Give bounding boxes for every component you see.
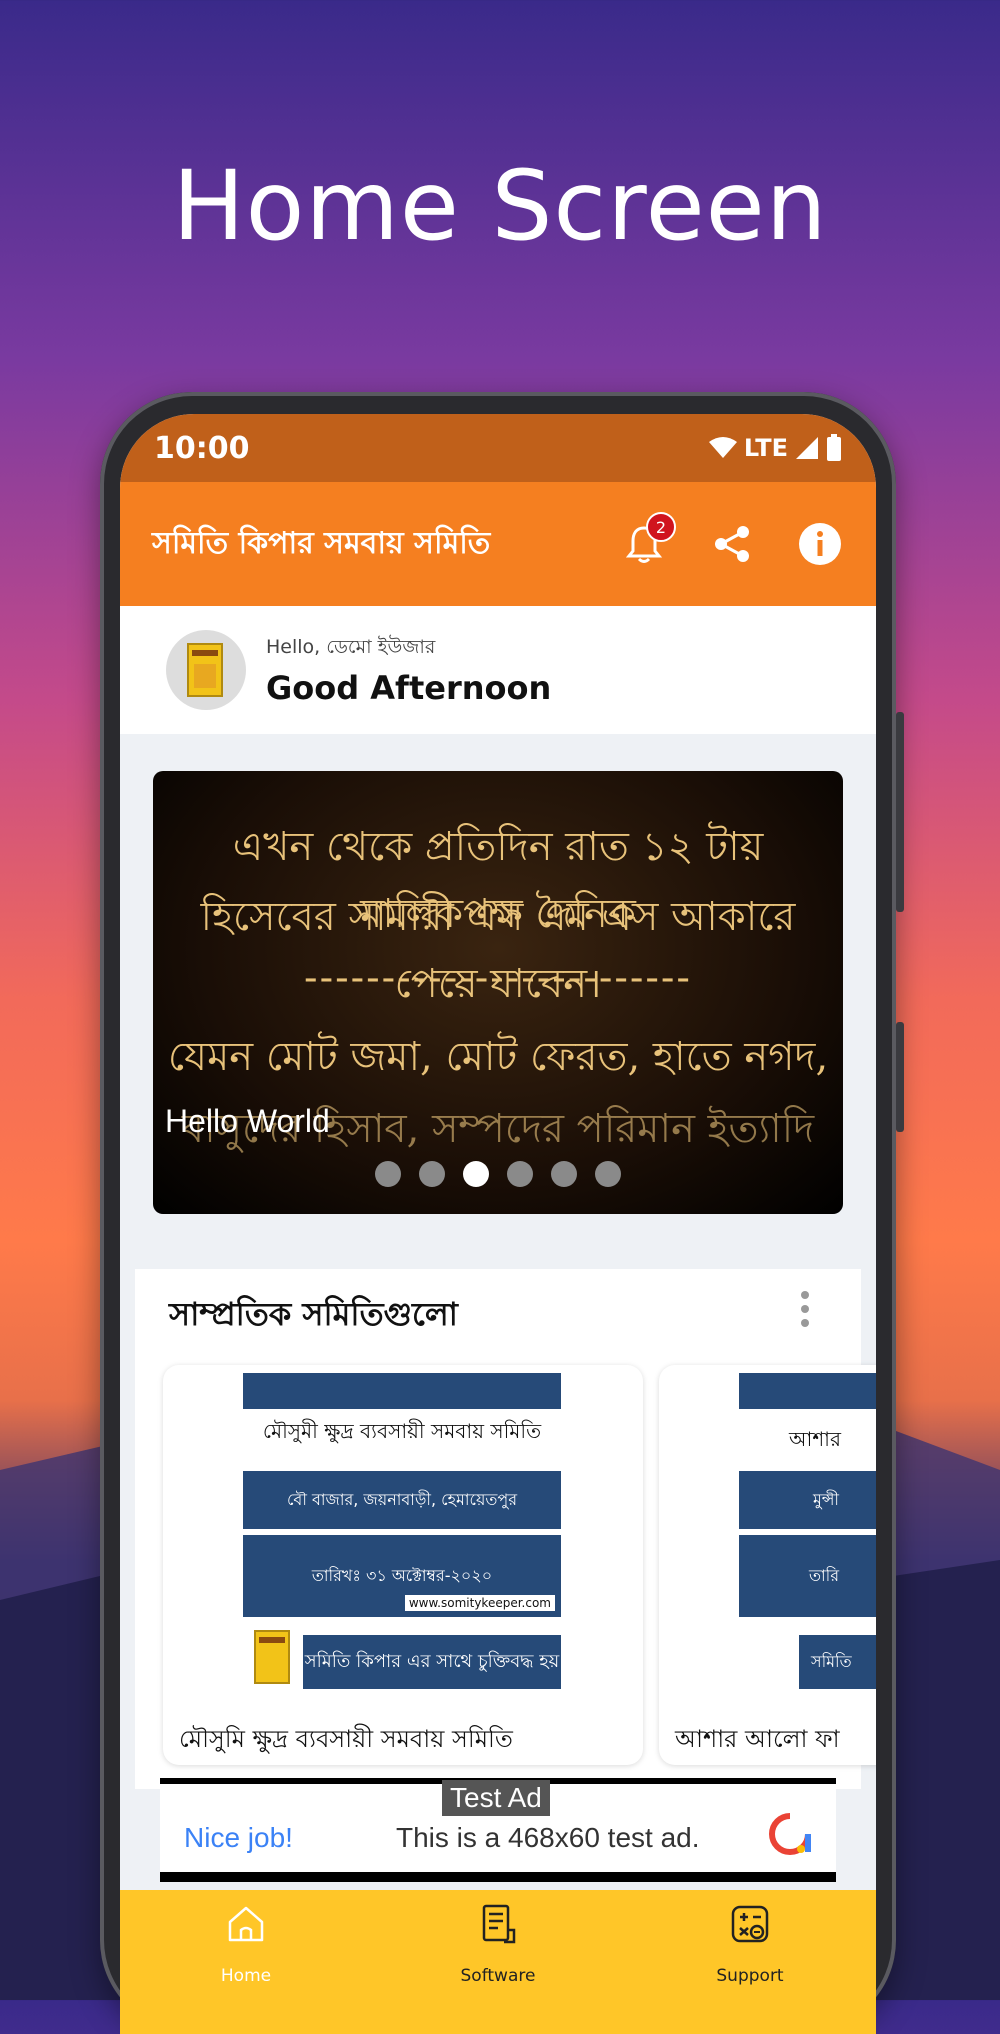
nav-home-label: Home (220, 1966, 272, 1986)
promo-title: Home Screen (172, 150, 828, 262)
banner-carousel[interactable]: এখন থেকে প্রতিদিন রাত ১২ টায় মালিকপক্ষ … (153, 771, 843, 1214)
carousel-dot[interactable] (463, 1161, 489, 1187)
carousel-dots (153, 1161, 843, 1187)
app-title: সমিতি কিপার সমবায় সমিতি (152, 525, 491, 561)
carousel-dot[interactable] (375, 1161, 401, 1187)
poster-date: তারি (739, 1535, 876, 1617)
nav-support-label: Support (716, 1966, 784, 1986)
ad-banner[interactable]: Test Ad Nice job! This is a 468x60 test … (160, 1778, 836, 1882)
nav-home[interactable]: Home (156, 1902, 336, 1986)
society-name: আশার আলো ফা (675, 1725, 840, 1753)
phone-screen: 10:00 LTE সমিতি কিপার সমবায় সমিতি 2 Hel… (120, 414, 876, 2034)
poster-band (739, 1373, 876, 1409)
nav-software-label: Software (460, 1966, 536, 1986)
carousel-dot[interactable] (507, 1161, 533, 1187)
battery-icon (827, 434, 841, 461)
poster-band (243, 1373, 561, 1409)
carousel-dot[interactable] (551, 1161, 577, 1187)
bottom-nav: Home Software Support (120, 1890, 876, 2034)
signal-icon (796, 437, 818, 459)
home-icon (228, 1906, 264, 1942)
greeting-card: Hello, ডেমো ইউজার Good Afternoon (120, 606, 876, 734)
ad-text: This is a 468x60 test ad. (396, 1822, 700, 1853)
network-label: LTE (743, 434, 788, 462)
society-card[interactable]: মৌসুমী ক্ষুদ্র ব্যবসায়ী সমবায় সমিতি বৌ… (163, 1365, 643, 1765)
poster-website: www.somitykeeper.com (404, 1595, 555, 1611)
info-icon (799, 523, 841, 565)
poster-tagline: সমিতি কিপার এর সাথে চুক্তিবদ্ধ হয় (303, 1635, 561, 1689)
poster-address: মুন্সী (739, 1471, 876, 1529)
society-card[interactable]: আশার মুন্সী তারি সমিতি আশার আলো ফা (659, 1365, 876, 1765)
banner-line: যেমন মোট জমা, মোট ফেরত, হাতে নগদ, (167, 1034, 829, 1080)
banner-divider: ------------------------- (304, 955, 692, 1001)
app-bar: সমিতি কিপার সমবায় সমিতি 2 (120, 482, 876, 606)
poster-date-text: তারিখঃ ৩১ অক্টোম্বর-২০২০ (311, 1565, 493, 1585)
avatar[interactable] (166, 630, 246, 710)
ad-logo-icon (769, 1813, 811, 1855)
recent-section: সাম্প্রতিক সমিতিগুলো মৌসুমী ক্ষুদ্র ব্যব… (135, 1269, 876, 1789)
power-button (896, 1022, 904, 1132)
book-logo-icon (254, 1630, 290, 1684)
society-name: মৌসুমি ক্ষুদ্র ব্যবসায়ী সমবায় সমিতি (179, 1725, 513, 1753)
info-button[interactable] (796, 520, 844, 568)
greeting-text: Good Afternoon (266, 669, 552, 707)
phone-frame: 10:00 LTE সমিতি কিপার সমবায় সমিতি 2 Hel… (100, 392, 904, 2034)
notification-button[interactable]: 2 (620, 512, 676, 568)
poster-title: আশার (789, 1427, 841, 1451)
nav-support[interactable]: Support (660, 1902, 840, 1986)
poster-title: মৌসুমী ক্ষুদ্র ব্যবসায়ী সমবায় সমিতি (262, 1419, 542, 1443)
share-button[interactable] (708, 520, 756, 568)
app-bar-actions: 2 (620, 512, 844, 568)
carousel-dot[interactable] (595, 1161, 621, 1187)
poster-date: তারিখঃ ৩১ অক্টোম্বর-২০২০ www.somitykeepe… (243, 1535, 561, 1617)
notification-badge: 2 (646, 512, 676, 542)
book-logo-icon (187, 643, 223, 697)
status-time: 10:00 (154, 430, 250, 466)
document-icon (482, 1904, 516, 1944)
banner-caption: Hello World (165, 1103, 330, 1139)
volume-button (896, 712, 904, 912)
society-poster: মৌসুমী ক্ষুদ্র ব্যবসায়ী সমবায় সমিতি বৌ… (243, 1373, 561, 1617)
ad-headline: Nice job! (184, 1822, 293, 1853)
wifi-icon (708, 437, 737, 458)
more-options-icon[interactable] (801, 1291, 811, 1327)
share-icon (715, 526, 749, 562)
recent-heading: সাম্প্রতিক সমিতিগুলো (169, 1295, 458, 1333)
status-icons: LTE (708, 434, 842, 462)
poster-tagline: সমিতি (799, 1635, 876, 1689)
ad-label: Test Ad (442, 1780, 550, 1816)
status-bar: 10:00 LTE (120, 414, 876, 482)
calculator-icon (731, 1905, 769, 1943)
poster-address: বৌ বাজার, জয়নাবাড়ী, হেমায়েতপুর (243, 1471, 561, 1529)
carousel-dot[interactable] (419, 1161, 445, 1187)
hello-text: Hello, ডেমো ইউজার (266, 636, 436, 658)
nav-software[interactable]: Software (408, 1902, 588, 1986)
